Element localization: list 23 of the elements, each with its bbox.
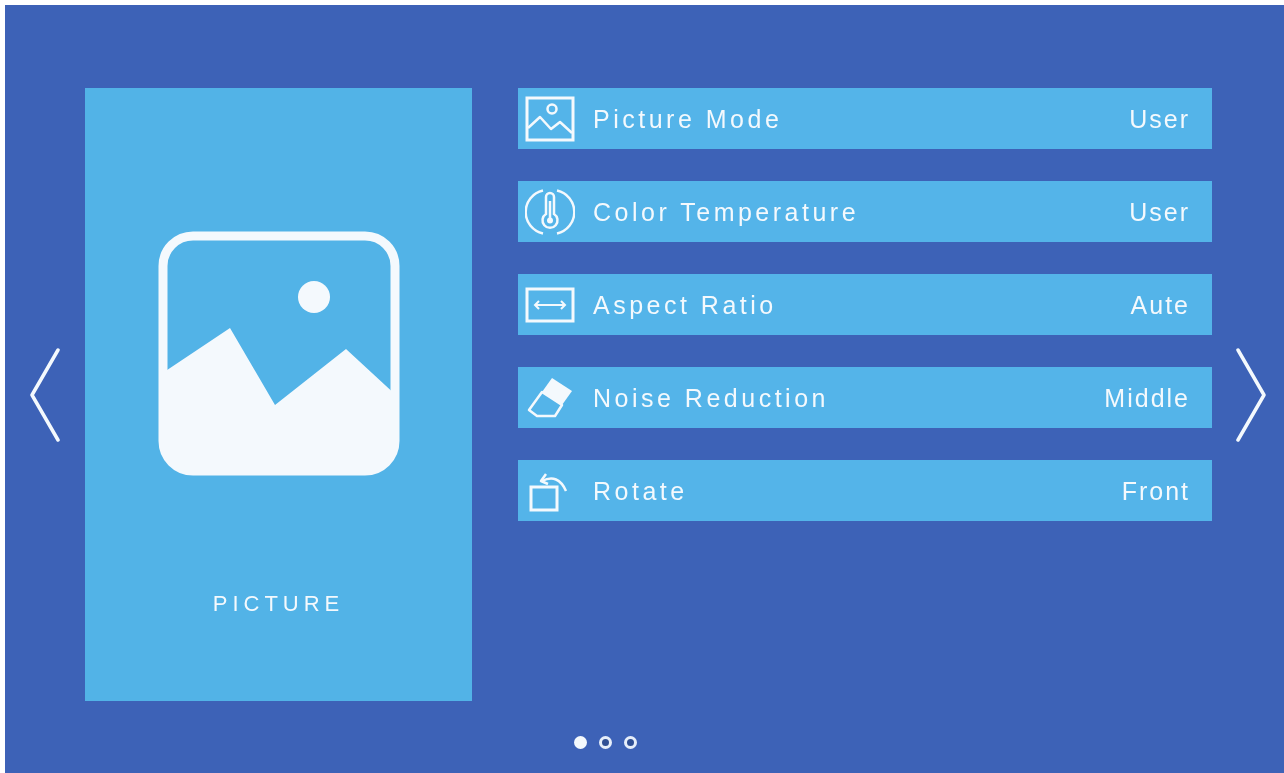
- setting-label: Picture Mode: [593, 103, 783, 134]
- setting-value: User: [1129, 103, 1190, 134]
- setting-label: Noise Reduction: [593, 382, 829, 413]
- setting-value: Front: [1121, 475, 1190, 506]
- chevron-left-icon[interactable]: [28, 347, 60, 442]
- settings-row[interactable]: Picture Mode User: [518, 88, 1212, 149]
- settings-row[interactable]: Noise Reduction Middle: [518, 367, 1212, 428]
- settings-row[interactable]: Rotate Front: [518, 460, 1212, 521]
- setting-label: Rotate: [593, 475, 688, 506]
- setting-label: Color Temperature: [593, 196, 860, 227]
- chevron-right-icon[interactable]: [1236, 347, 1268, 442]
- aspect-ratio-icon: [525, 286, 575, 323]
- landscape-icon: [157, 231, 400, 476]
- category-card[interactable]: PICTURE: [85, 88, 472, 701]
- category-title: PICTURE: [212, 591, 345, 617]
- setting-value: Aute: [1130, 289, 1190, 320]
- settings-row[interactable]: Color Temperature User: [518, 181, 1212, 242]
- thermometer-icon: [525, 186, 575, 237]
- setting-label: Aspect Ratio: [593, 289, 777, 320]
- landscape-icon: [525, 95, 575, 142]
- settings-row[interactable]: Aspect Ratio Aute: [518, 274, 1212, 335]
- setting-value: User: [1129, 196, 1190, 227]
- setting-value: Middle: [1104, 382, 1190, 413]
